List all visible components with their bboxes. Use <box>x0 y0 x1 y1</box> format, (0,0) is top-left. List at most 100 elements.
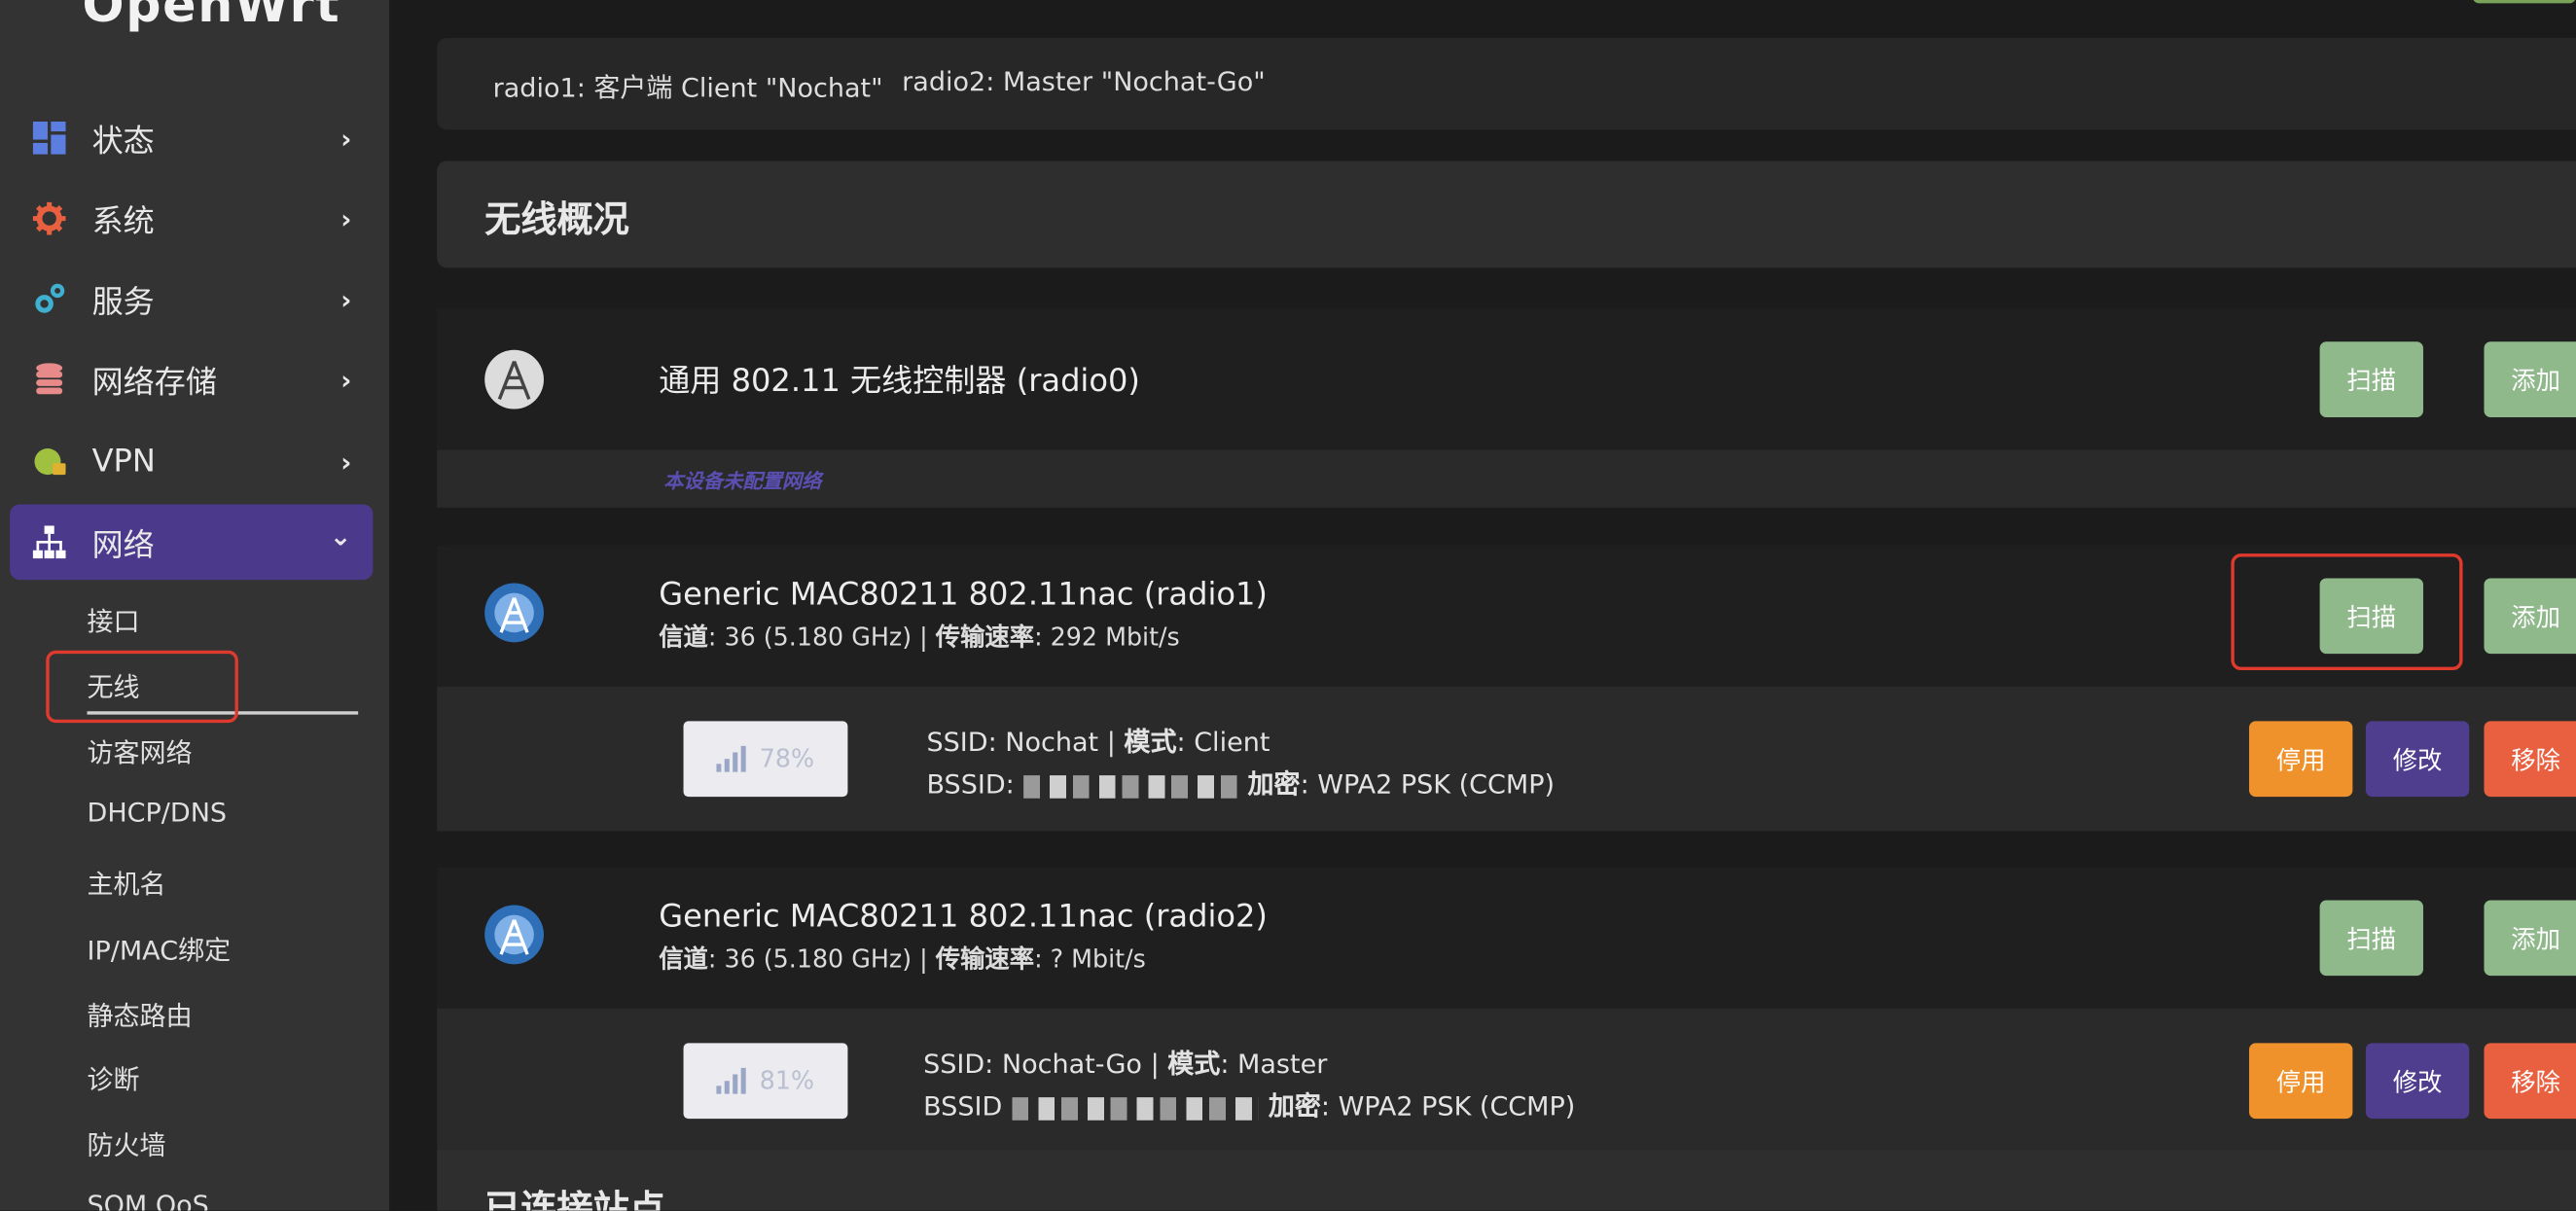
network-ssid-line: SSID: Nochat-Go | 模式: Master <box>923 1048 1328 1080</box>
disable-button[interactable]: 停用 <box>2248 721 2353 798</box>
menu-label: 状态 <box>91 122 155 159</box>
device-title: Generic MAC80211 802.11nac (radio1) <box>659 576 1268 613</box>
chevron-right-icon: › <box>340 445 352 478</box>
overview-header: 无线概况 <box>437 160 2576 268</box>
antenna-icon <box>484 905 544 965</box>
submenu-interfaces[interactable]: 接口 <box>88 599 140 639</box>
device-title: 通用 802.11 无线控制器 (radio0) <box>659 363 1140 400</box>
device-card-radio0: 通用 802.11 无线控制器 (radio0) 扫描 添加 本设备未配置网络 <box>437 308 2576 508</box>
bssid-label: BSSID <box>923 1090 1003 1122</box>
redacted-bssid <box>1023 774 1238 798</box>
menu-item-services[interactable]: 服务 › <box>10 262 373 338</box>
mode-label: 模式 <box>1167 1048 1221 1080</box>
cogs-icon <box>31 281 67 317</box>
signal-percent: 78% <box>759 744 815 774</box>
scan-button[interactable]: 扫描 <box>2319 341 2423 417</box>
signal-percent: 81% <box>759 1066 815 1096</box>
remove-button[interactable]: 移除 <box>2484 721 2576 798</box>
menu-label: 系统 <box>91 202 155 239</box>
section-title: 已连接站点 <box>484 1189 665 1211</box>
network-bssid-line: BSSID: 加密: WPA2 PSK (CCMP) <box>926 763 1555 802</box>
submenu-guest-network[interactable]: 访客网络 <box>88 731 193 771</box>
sidebar: OpenWrt 状态 › 系统 › 服务 › 网络存储 › VPN › 网络 ⌄… <box>0 0 390 1211</box>
ssid-value: Nochat <box>1005 726 1099 758</box>
device-info: 信道: 36 (5.180 GHz) | 传输速率: ? Mbit/s <box>659 942 1146 976</box>
submenu-dhcp-dns[interactable]: DHCP/DNS <box>88 797 228 828</box>
menu-label: 服务 <box>91 283 155 320</box>
signal-badge: 81% <box>683 1043 848 1120</box>
add-button[interactable]: 添加 <box>2484 900 2576 977</box>
main-content: radio1: 客户端 Client "Nochat" radio2: Mast… <box>389 0 2576 1211</box>
openwrt-logo[interactable]: OpenWrt <box>82 0 340 34</box>
highlight-box <box>2231 553 2463 671</box>
menu-label: 网络存储 <box>91 364 217 401</box>
ssid-value: Nochat-Go <box>1001 1048 1142 1080</box>
signal-badge: 78% <box>683 721 848 798</box>
submenu-diagnostics[interactable]: 诊断 <box>88 1058 140 1098</box>
chevron-right-icon: › <box>340 202 352 234</box>
submenu-firewall[interactable]: 防火墙 <box>88 1123 166 1163</box>
edit-button[interactable]: 修改 <box>2365 721 2470 798</box>
highlight-box <box>46 650 238 724</box>
enc-value: : WPA2 PSK (CCMP) <box>1320 1090 1576 1122</box>
rate-label: 传输速率 <box>935 944 1035 975</box>
rate-value: : ? Mbit/s <box>1034 944 1146 975</box>
tab-radio2[interactable]: radio2: Master "Nochat-Go" <box>902 66 1266 97</box>
connected-stations-header: 已连接站点 <box>437 1150 2576 1211</box>
dashboard-icon <box>31 120 67 156</box>
ssid-prefix: SSID: <box>926 726 1006 758</box>
edit-button[interactable]: 修改 <box>2365 1043 2470 1120</box>
device-header: Generic MAC80211 802.11nac (radio1) 信道: … <box>437 545 2576 687</box>
channel-label: 信道 <box>659 623 708 653</box>
menu-item-vpn[interactable]: VPN › <box>10 424 373 500</box>
section-title: 无线概况 <box>484 200 629 242</box>
add-button[interactable]: 添加 <box>2484 341 2576 417</box>
device-header: 通用 802.11 无线控制器 (radio0) 扫描 添加 <box>437 308 2576 450</box>
menu-item-status[interactable]: 状态 › <box>10 100 373 176</box>
menu-label: VPN <box>91 443 156 481</box>
chevron-right-icon: › <box>340 364 352 396</box>
top-button-edge[interactable] <box>2472 0 2576 4</box>
menu-item-system[interactable]: 系统 › <box>10 181 373 257</box>
submenu-ip-mac-binding[interactable]: IP/MAC绑定 <box>88 928 232 968</box>
device-card-radio2: Generic MAC80211 802.11nac (radio2) 信道: … <box>437 867 2576 1154</box>
menu-label: 网络 <box>91 526 155 563</box>
device-title: Generic MAC80211 802.11nac (radio2) <box>659 898 1268 935</box>
menu-item-storage[interactable]: 网络存储 › <box>10 341 373 417</box>
scan-button[interactable]: 扫描 <box>2319 900 2423 977</box>
remove-button[interactable]: 移除 <box>2484 1043 2576 1120</box>
ssid-prefix: SSID: <box>923 1048 1002 1080</box>
chevron-down-icon: ⌄ <box>329 520 352 552</box>
gear-icon <box>31 200 67 236</box>
network-icon <box>31 524 67 560</box>
enc-label: 加密 <box>1268 1090 1321 1122</box>
mode-value: : Master <box>1220 1048 1328 1080</box>
mode-label: 模式 <box>1124 726 1177 758</box>
network-row: 81% SSID: Nochat-Go | 模式: Master BSSID 加密… <box>437 1008 2576 1154</box>
mode-value: : Client <box>1176 726 1270 758</box>
menu-item-network[interactable]: 网络 ⌄ <box>10 504 374 581</box>
rate-label: 传输速率 <box>935 623 1035 653</box>
signal-bars-icon <box>716 745 747 772</box>
signal-bars-icon <box>716 1067 747 1094</box>
bssid-label: BSSID: <box>926 768 1015 801</box>
tab-radio1[interactable]: radio1: 客户端 Client "Nochat" <box>493 66 883 106</box>
antenna-icon <box>484 583 544 643</box>
enc-label: 加密 <box>1247 768 1301 801</box>
submenu-hostnames[interactable]: 主机名 <box>88 863 166 903</box>
disable-button[interactable]: 停用 <box>2248 1043 2353 1120</box>
add-button[interactable]: 添加 <box>2484 578 2576 655</box>
submenu-static-routes[interactable]: 静态路由 <box>88 994 193 1034</box>
antenna-icon <box>484 349 544 410</box>
database-icon <box>31 362 67 398</box>
submenu-sqm-qos[interactable]: SQM QoS <box>88 1190 209 1211</box>
no-network-note: 本设备未配置网络 <box>663 469 822 493</box>
rate-value: : 292 Mbit/s <box>1034 623 1180 653</box>
globe-lock-icon <box>31 444 67 480</box>
enc-value: : WPA2 PSK (CCMP) <box>1300 768 1556 801</box>
channel-value: : 36 (5.180 GHz) | <box>707 944 936 975</box>
device-card-radio1: Generic MAC80211 802.11nac (radio1) 信道: … <box>437 545 2576 832</box>
channel-value: : 36 (5.180 GHz) | <box>707 623 936 653</box>
channel-label: 信道 <box>659 944 708 975</box>
redacted-bssid <box>1012 1096 1259 1120</box>
